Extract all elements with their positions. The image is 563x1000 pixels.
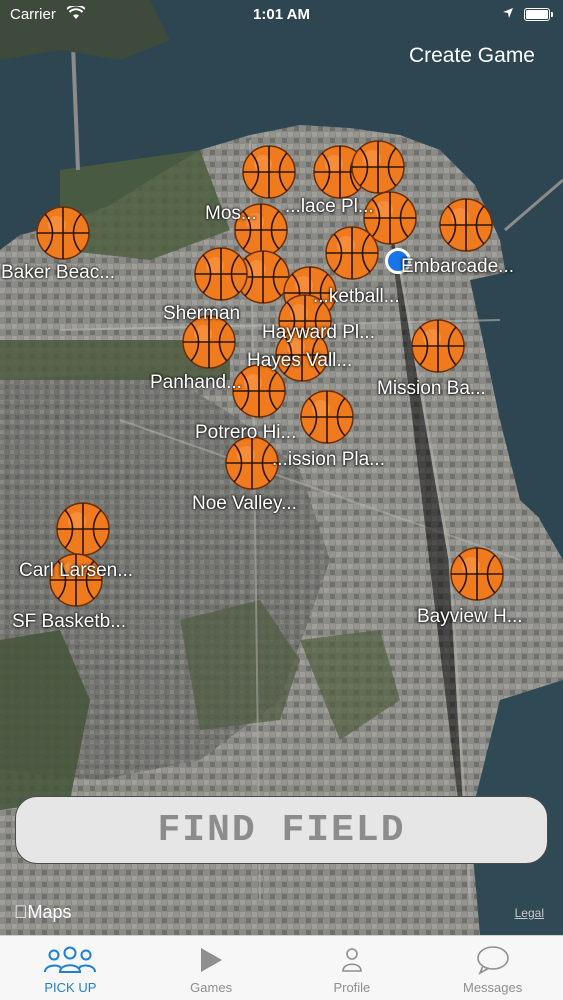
find-field-label: FIND FIELD bbox=[157, 808, 406, 852]
tab-messages-label: Messages bbox=[463, 980, 523, 995]
basketball-marker-icon[interactable] bbox=[410, 318, 466, 374]
court-marker-label: ...lace Pl... bbox=[285, 196, 374, 217]
court-marker-label: Sherman bbox=[163, 303, 241, 324]
apple-icon:  bbox=[14, 902, 28, 922]
court-marker-label: ...ission Pla... bbox=[272, 449, 385, 470]
legal-link[interactable]: Legal bbox=[515, 906, 544, 920]
tab-profile[interactable]: Profile bbox=[282, 936, 423, 1000]
apple-maps-logo: Maps bbox=[14, 902, 72, 923]
chat-bubble-icon bbox=[475, 944, 511, 976]
maps-label: Maps bbox=[14, 902, 72, 922]
basketball-marker-icon[interactable] bbox=[55, 501, 111, 557]
basketball-marker-icon[interactable] bbox=[350, 139, 406, 195]
basketball-marker-icon[interactable] bbox=[438, 197, 494, 253]
basketball-marker-icon[interactable] bbox=[299, 389, 355, 445]
tab-pick-up-label: PICK UP bbox=[44, 980, 97, 995]
person-icon bbox=[340, 944, 364, 976]
basketball-marker-icon[interactable] bbox=[193, 246, 249, 302]
clock: 1:01 AM bbox=[253, 6, 310, 23]
court-marker-label: SF Basketb... bbox=[12, 611, 127, 632]
court-marker-label: Mission Ba... bbox=[377, 378, 486, 399]
find-field-button[interactable]: FIND FIELD bbox=[15, 796, 548, 864]
court-marker-label: Bayview H... bbox=[417, 606, 523, 627]
create-game-button[interactable]: Create Game bbox=[409, 44, 535, 68]
battery-icon bbox=[524, 8, 553, 21]
tab-messages[interactable]: Messages bbox=[422, 936, 563, 1000]
court-marker-label: Hayward Pl... bbox=[262, 322, 375, 343]
tab-profile-label: Profile bbox=[333, 980, 371, 995]
tab-games[interactable]: Games bbox=[141, 936, 282, 1000]
court-marker-label: Carl Larsen... bbox=[19, 560, 134, 581]
court-marker-label: Panhand... bbox=[150, 372, 242, 393]
basketball-marker-icon[interactable] bbox=[35, 205, 91, 261]
people-icon bbox=[41, 944, 99, 976]
tab-pick-up[interactable]: PICK UP bbox=[0, 936, 141, 1000]
court-marker-label: ...ketball... bbox=[313, 286, 400, 307]
court-marker-label: Hayes Vall... bbox=[247, 350, 353, 371]
court-marker-label: Baker Beac... bbox=[1, 262, 116, 283]
court-marker-label: Potrero Hi... bbox=[195, 422, 297, 443]
play-icon bbox=[198, 944, 224, 976]
location-arrow-icon bbox=[502, 6, 514, 23]
basketball-marker-icon[interactable] bbox=[449, 546, 505, 602]
court-marker-label: Noe Valley... bbox=[192, 493, 297, 514]
tab-games-label: Games bbox=[190, 980, 233, 995]
court-marker-label: Embarcade... bbox=[401, 256, 514, 277]
basketball-marker-icon[interactable] bbox=[241, 144, 297, 200]
court-marker-label: Mos... bbox=[205, 203, 257, 224]
tab-bar: PICK UP Games Profile Messages bbox=[0, 935, 563, 1000]
status-bar: Carrier 1:01 AM bbox=[0, 0, 563, 30]
